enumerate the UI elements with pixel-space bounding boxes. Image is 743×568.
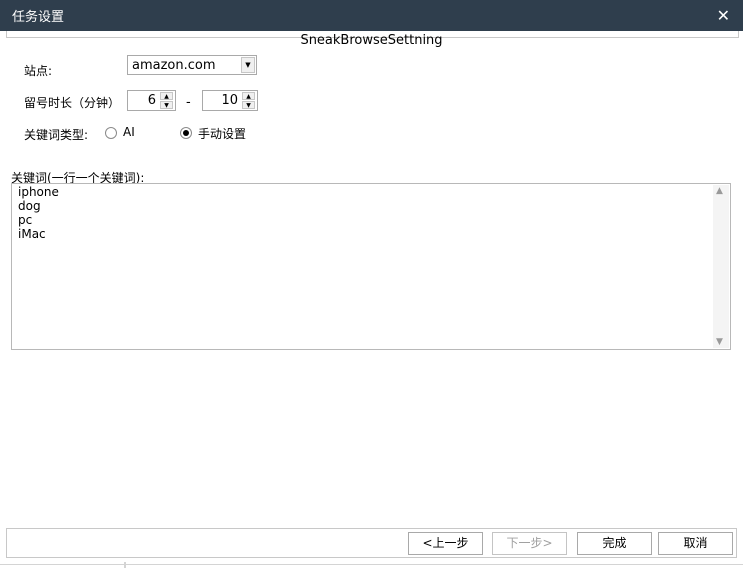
radio-selected-dot xyxy=(183,130,189,136)
cancel-button[interactable]: 取消 xyxy=(658,532,733,555)
vertical-scrollbar[interactable]: ▲ ▼ xyxy=(713,185,729,348)
keywords-textarea[interactable]: iphone dog pc iMac ▲ ▼ xyxy=(11,183,731,350)
spin-down-icon[interactable]: ▼ xyxy=(242,101,255,109)
close-icon[interactable]: ✕ xyxy=(717,6,730,25)
keyword-type-label: 关键词类型: xyxy=(24,128,89,142)
title-bar: 任务设置 ✕ xyxy=(0,0,743,31)
radio-manual[interactable] xyxy=(180,127,192,139)
window-title: 任务设置 xyxy=(12,10,65,25)
keyword-line: pc xyxy=(18,213,33,227)
finish-button[interactable]: 完成 xyxy=(577,532,652,555)
keyword-line: iphone xyxy=(18,185,59,199)
next-button[interactable]: 下一步> xyxy=(492,532,567,555)
duration-min-stepper[interactable]: 6 ▲ ▼ xyxy=(127,90,176,111)
duration-min-value: 6 xyxy=(147,93,156,108)
radio-ai-label[interactable]: AI xyxy=(123,125,135,139)
scroll-down-icon[interactable]: ▼ xyxy=(716,337,723,347)
status-bar-divider xyxy=(0,564,743,565)
chevron-down-icon[interactable]: ▼ xyxy=(241,57,255,73)
duration-max-value: 10 xyxy=(221,93,238,108)
duration-label: 留号时长（分钟） xyxy=(24,96,121,110)
keyword-line: dog xyxy=(18,199,41,213)
keyword-list: iphone dog pc iMac xyxy=(18,185,59,241)
prev-button[interactable]: <上一步 xyxy=(408,532,483,555)
site-select-value: amazon.com xyxy=(132,58,216,73)
duration-separator: - xyxy=(186,95,191,110)
keyword-line: iMac xyxy=(18,227,46,241)
spin-down-icon[interactable]: ▼ xyxy=(160,101,173,109)
page-subtitle: SneakBrowseSettning xyxy=(300,33,443,48)
status-bar-tick xyxy=(124,562,126,568)
duration-max-stepper[interactable]: 10 ▲ ▼ xyxy=(202,90,258,111)
scroll-up-icon[interactable]: ▲ xyxy=(716,186,723,196)
site-select[interactable]: amazon.com ▼ xyxy=(127,55,257,75)
radio-ai[interactable] xyxy=(105,127,117,139)
spin-up-icon[interactable]: ▲ xyxy=(160,92,173,100)
radio-manual-label[interactable]: 手动设置 xyxy=(198,125,246,142)
site-label: 站点: xyxy=(24,64,53,78)
spin-up-icon[interactable]: ▲ xyxy=(242,92,255,100)
